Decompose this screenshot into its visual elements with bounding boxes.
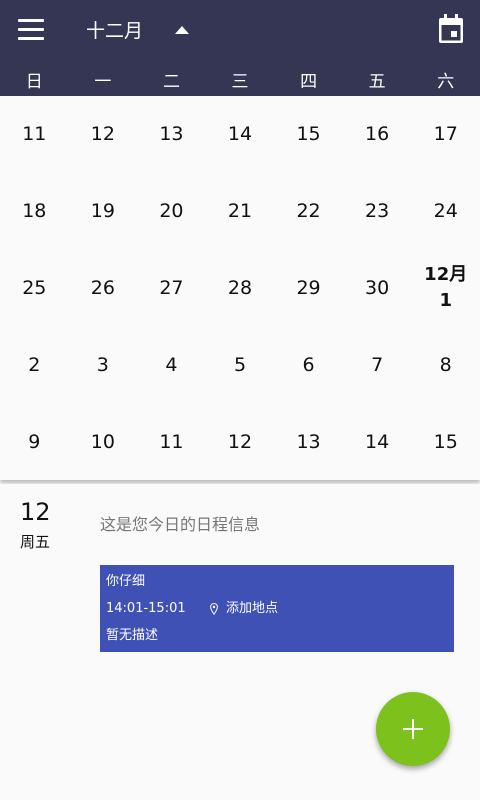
day-cell[interactable]: 24 [411, 173, 480, 250]
day-cell[interactable]: 3 [69, 326, 138, 403]
day-cell[interactable]: 25 [0, 250, 69, 327]
day-cell[interactable]: 15 [274, 96, 343, 173]
day-cell[interactable]: 4 [137, 326, 206, 403]
day-cell[interactable]: 26 [69, 250, 138, 327]
day-cell[interactable]: 30 [343, 250, 412, 327]
day-cell[interactable]: 2 [0, 326, 69, 403]
day-cell-month-start[interactable]: 12月 1 [411, 250, 480, 327]
day-cell[interactable]: 12 [69, 96, 138, 173]
day-cell[interactable]: 22 [274, 173, 343, 250]
day-cell[interactable]: 14 [206, 96, 275, 173]
weekday-label: 六 [437, 72, 455, 92]
day-cell[interactable]: 15 [411, 403, 480, 480]
add-location-link[interactable]: 添加地点 [226, 600, 278, 618]
month-grid: 11 12 13 14 15 16 17 18 19 20 21 22 23 2… [0, 96, 480, 480]
day-cell[interactable]: 20 [137, 173, 206, 250]
day-cell[interactable]: 14 [343, 403, 412, 480]
weekday-label: 一 [94, 72, 112, 92]
day-cell[interactable]: 19 [69, 173, 138, 250]
day-cell[interactable]: 28 [206, 250, 275, 327]
day-cell[interactable]: 29 [274, 250, 343, 327]
menu-icon[interactable] [18, 19, 44, 41]
day-cell[interactable]: 27 [137, 250, 206, 327]
weekday-label: 四 [300, 72, 318, 92]
day-cell[interactable]: 7 [343, 326, 412, 403]
weekday-header: 日 一 二 三 四 五 六 [0, 68, 480, 96]
day-cell[interactable]: 5 [206, 326, 275, 403]
weekday-label: 日 [25, 72, 43, 92]
weekday-label: 五 [368, 72, 386, 92]
event-description: 暂无描述 [106, 628, 159, 643]
caret-up-icon[interactable] [175, 26, 189, 34]
event-card[interactable]: 你仔细 14:01-15:01 添加地点 暂无描述 [100, 565, 454, 652]
day-cell[interactable]: 13 [274, 403, 343, 480]
weekday-label: 二 [162, 72, 180, 92]
app-bar: 十二月 日 一 二 三 四 五 六 [0, 0, 480, 96]
add-event-button[interactable] [376, 692, 450, 766]
schedule-info-text: 这是您今日的日程信息 [100, 515, 261, 534]
location-pin-icon [210, 603, 218, 615]
day-cell[interactable]: 18 [0, 173, 69, 250]
month-title[interactable]: 十二月 [86, 17, 143, 45]
day-cell[interactable]: 6 [274, 326, 343, 403]
day-cell[interactable]: 13 [137, 96, 206, 173]
day-cell[interactable]: 12 [206, 403, 275, 480]
day-cell[interactable]: 11 [137, 403, 206, 480]
day-cell[interactable]: 23 [343, 173, 412, 250]
day-cell[interactable]: 16 [343, 96, 412, 173]
weekday-label: 三 [231, 72, 249, 92]
plus-icon [403, 719, 423, 739]
day-cell[interactable]: 8 [411, 326, 480, 403]
day-cell[interactable]: 9 [0, 403, 69, 480]
event-title: 你仔细 [106, 574, 146, 589]
event-time: 14:01-15:01 [106, 601, 186, 616]
day-cell[interactable]: 17 [411, 96, 480, 173]
selected-date: 12 [20, 498, 51, 526]
day-cell[interactable]: 11 [0, 96, 69, 173]
day-number: 1 [439, 289, 452, 311]
day-month-label: 12月 [424, 263, 468, 285]
selected-weekday: 周五 [20, 533, 51, 551]
day-cell[interactable]: 10 [69, 403, 138, 480]
calendar-icon[interactable] [438, 14, 464, 44]
day-cell[interactable]: 21 [206, 173, 275, 250]
